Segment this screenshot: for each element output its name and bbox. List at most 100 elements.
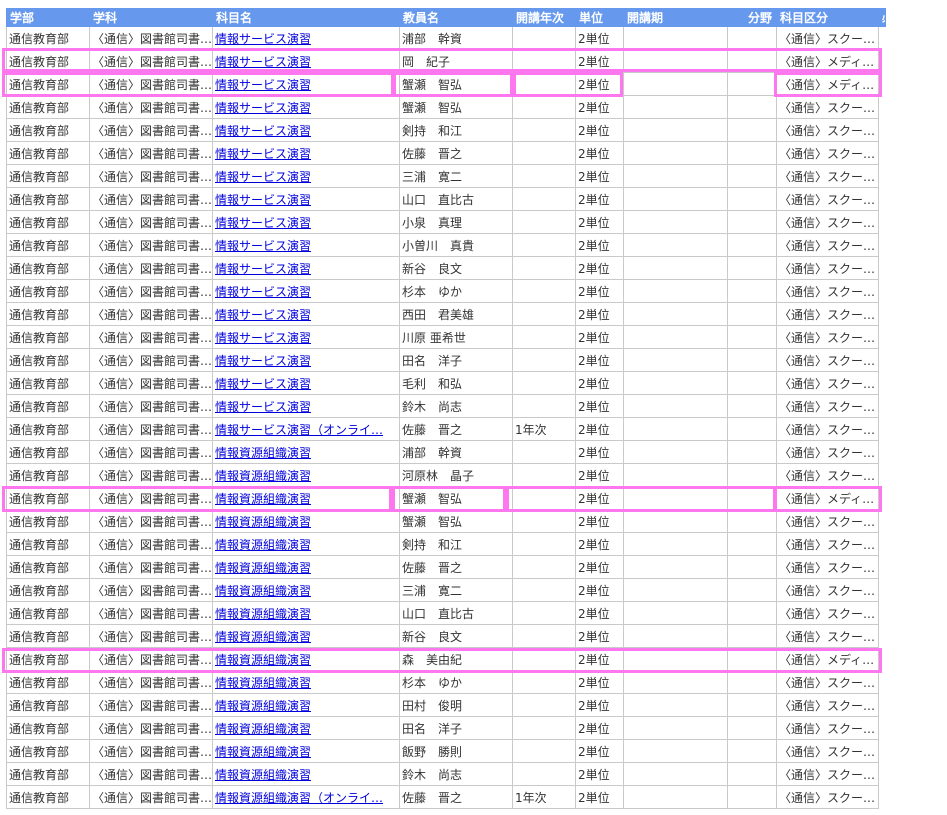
cell-faculty: 通信教育部 — [6, 440, 90, 464]
cell-faculty: 通信教育部 — [6, 647, 90, 671]
table-row: 通信教育部 〈通信〉図書館司書… 情報資源組織演習 飯野 勝則 2単位 〈通信〉スクー… — [6, 739, 886, 763]
cell-term — [623, 440, 728, 464]
subject-link[interactable]: 情報サービス演習 — [215, 331, 311, 345]
cell-teacher: 岡 紀子 — [399, 49, 513, 73]
header-faculty[interactable]: 学部 — [6, 8, 90, 27]
cell-term — [623, 279, 728, 303]
table-row: 通信教育部 〈通信〉図書館司書… 情報資源組織演習（オンライ… 佐藤 晋之 1年次 2単位… — [6, 785, 886, 809]
subject-link[interactable]: 情報サービス演習 — [215, 101, 311, 115]
header-term[interactable]: 開講期 — [623, 8, 728, 27]
cell-teacher: 佐藤 晋之 — [399, 417, 513, 441]
header-category[interactable]: 科目区分 — [776, 8, 879, 27]
header-subject[interactable]: 科目名 — [212, 8, 400, 27]
subject-link[interactable]: 情報資源組織演習 — [215, 492, 311, 506]
cell-category: 〈通信〉スクー… — [776, 785, 879, 809]
cell-subject: 情報サービス演習 — [212, 141, 400, 165]
cell-subject: 情報資源組織演習 — [212, 624, 400, 648]
subject-link[interactable]: 情報サービス演習 — [215, 170, 311, 184]
subject-link[interactable]: 情報資源組織演習 — [215, 699, 311, 713]
header-field[interactable]: 分野 — [727, 8, 777, 27]
subject-link[interactable]: 情報資源組織演習 — [215, 469, 311, 483]
cell-required — [879, 625, 886, 648]
cell-term — [623, 532, 728, 556]
cell-teacher: 蟹瀬 智弘 — [399, 72, 513, 96]
cell-teacher: 山口 直比古 — [399, 601, 513, 625]
subject-link[interactable]: 情報サービス演習 — [215, 55, 311, 69]
cell-year — [512, 164, 576, 188]
cell-department: 〈通信〉図書館司書… — [89, 49, 213, 73]
subject-link[interactable]: 情報資源組織演習 — [215, 676, 311, 690]
cell-faculty: 通信教育部 — [6, 187, 90, 211]
subject-link[interactable]: 情報資源組織演習 — [215, 722, 311, 736]
subject-link[interactable]: 情報サービス演習 — [215, 308, 311, 322]
cell-term — [623, 141, 728, 165]
subject-link[interactable]: 情報資源組織演習（オンライ… — [215, 791, 383, 805]
cell-subject: 情報サービス演習 — [212, 256, 400, 280]
subject-link[interactable]: 情報資源組織演習 — [215, 561, 311, 575]
table-row: 通信教育部 〈通信〉図書館司書… 情報サービス演習 新谷 良文 2単位 〈通信〉スクー… — [6, 256, 886, 280]
subject-link[interactable]: 情報資源組織演習 — [215, 515, 311, 529]
table-row: 通信教育部 〈通信〉図書館司書… 情報サービス演習 岡 紀子 2単位 〈通信〉メディ… — [6, 49, 886, 73]
subject-link[interactable]: 情報資源組織演習 — [215, 584, 311, 598]
subject-link[interactable]: 情報サービス演習 — [215, 193, 311, 207]
subject-link[interactable]: 情報資源組織演習 — [215, 768, 311, 782]
cell-category: 〈通信〉メディ… — [776, 49, 879, 73]
subject-link[interactable]: 情報資源組織演習 — [215, 653, 311, 667]
subject-link[interactable]: 情報資源組織演習 — [215, 630, 311, 644]
table-row: 通信教育部 〈通信〉図書館司書… 情報資源組織演習 河原林 晶子 2単位 〈通信〉スクー… — [6, 463, 886, 487]
subject-link[interactable]: 情報サービス演習 — [215, 400, 311, 414]
cell-required — [879, 717, 886, 740]
cell-field — [727, 417, 777, 441]
header-department[interactable]: 学科 — [89, 8, 213, 27]
header-year[interactable]: 開講年次 — [512, 8, 576, 27]
cell-department: 〈通信〉図書館司書… — [89, 394, 213, 418]
cell-year — [512, 532, 576, 556]
subject-link[interactable]: 情報サービス演習 — [215, 32, 311, 46]
table-row: 通信教育部 〈通信〉図書館司書… 情報サービス演習 剣持 和江 2単位 〈通信〉スクー… — [6, 118, 886, 142]
cell-required — [879, 395, 886, 418]
subject-link[interactable]: 情報資源組織演習 — [215, 538, 311, 552]
cell-faculty: 通信教育部 — [6, 141, 90, 165]
cell-field — [727, 325, 777, 349]
cell-department: 〈通信〉図書館司書… — [89, 371, 213, 395]
cell-category: 〈通信〉スクー… — [776, 739, 879, 763]
subject-link[interactable]: 情報サービス演習 — [215, 147, 311, 161]
subject-link[interactable]: 情報資源組織演習 — [215, 745, 311, 759]
subject-link[interactable]: 情報サービス演習 — [215, 285, 311, 299]
subject-link[interactable]: 情報サービス演習 — [215, 377, 311, 391]
cell-required — [879, 142, 886, 165]
cell-category: 〈通信〉スクー… — [776, 118, 879, 142]
cell-credits: 2単位 — [575, 440, 624, 464]
cell-category: 〈通信〉メディ… — [776, 72, 879, 96]
cell-department: 〈通信〉図書館司書… — [89, 26, 213, 50]
cell-department: 〈通信〉図書館司書… — [89, 555, 213, 579]
cell-year — [512, 72, 576, 96]
subject-link[interactable]: 情報サービス演習 — [215, 354, 311, 368]
subject-link[interactable]: 情報資源組織演習 — [215, 446, 311, 460]
subject-link[interactable]: 情報サービス演習 — [215, 216, 311, 230]
cell-subject: 情報資源組織演習 — [212, 739, 400, 763]
header-teacher[interactable]: 教員名 — [399, 8, 513, 27]
cell-required — [879, 280, 886, 303]
subject-link[interactable]: 情報サービス演習（オンライ… — [215, 423, 383, 437]
cell-year — [512, 256, 576, 280]
header-credits[interactable]: 単位 — [575, 8, 624, 27]
subject-link[interactable]: 情報資源組織演習 — [215, 607, 311, 621]
cell-term — [623, 785, 728, 809]
cell-required — [879, 418, 886, 441]
table-row: 通信教育部 〈通信〉図書館司書… 情報サービス演習 浦部 幹資 2単位 〈通信〉スクー… — [6, 26, 886, 50]
cell-year — [512, 578, 576, 602]
cell-field — [727, 739, 777, 763]
header-required[interactable]: 必修選択 — [878, 8, 886, 27]
cell-field — [727, 785, 777, 809]
cell-credits: 2単位 — [575, 486, 624, 510]
subject-link[interactable]: 情報サービス演習 — [215, 239, 311, 253]
subject-link[interactable]: 情報サービス演習 — [215, 124, 311, 138]
subject-link[interactable]: 情報サービス演習 — [215, 78, 311, 92]
table-row: 通信教育部 〈通信〉図書館司書… 情報資源組織演習 蟹瀬 智弘 2単位 〈通信〉メディ… — [6, 486, 886, 510]
cell-category: 〈通信〉スクー… — [776, 394, 879, 418]
cell-credits: 2単位 — [575, 394, 624, 418]
subject-link[interactable]: 情報サービス演習 — [215, 262, 311, 276]
cell-teacher: 新谷 良文 — [399, 256, 513, 280]
table-row: 通信教育部 〈通信〉図書館司書… 情報資源組織演習 田名 洋子 2単位 〈通信〉スクー… — [6, 716, 886, 740]
